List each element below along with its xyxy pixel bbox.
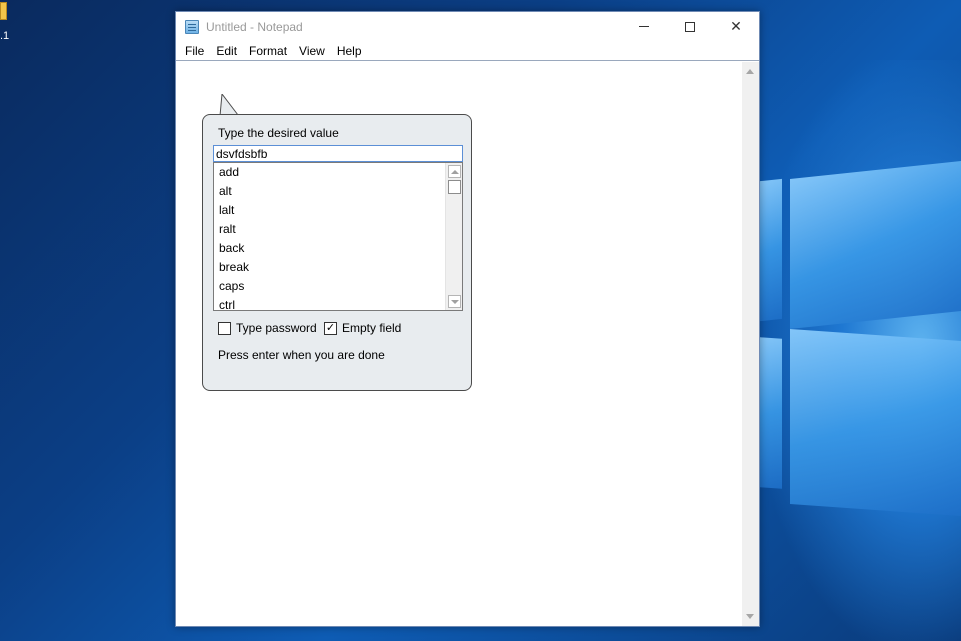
- logo-pane: [760, 337, 782, 489]
- notepad-icon: [185, 19, 199, 34]
- menu-bar: File Edit Format View Help: [176, 41, 759, 61]
- desktop-icon-label[interactable]: .1: [0, 30, 9, 42]
- logo-pane: [790, 161, 961, 329]
- menu-file[interactable]: File: [179, 44, 210, 58]
- minimize-button[interactable]: [621, 12, 667, 41]
- caption-buttons: ✕: [621, 12, 759, 41]
- maximize-button[interactable]: [667, 12, 713, 41]
- logo-pane: [760, 178, 782, 322]
- menu-view[interactable]: View: [293, 44, 331, 58]
- list-item-caps[interactable]: caps: [214, 277, 462, 296]
- title-bar[interactable]: Untitled - Notepad ✕: [176, 12, 759, 41]
- type-password-label: Type password: [236, 321, 317, 335]
- value-input-balloon: Type the desired value add alt lalt ralt…: [202, 114, 472, 391]
- empty-field-label: Empty field: [342, 321, 402, 335]
- list-item-alt[interactable]: alt: [214, 182, 462, 201]
- scroll-up-icon[interactable]: [746, 69, 754, 74]
- menu-edit[interactable]: Edit: [210, 44, 243, 58]
- type-password-checkbox[interactable]: [218, 321, 231, 335]
- list-item-lalt[interactable]: lalt: [214, 201, 462, 220]
- dialog-prompt: Type the desired value: [218, 126, 339, 140]
- scroll-down-icon: [451, 300, 459, 304]
- list-item-back[interactable]: back: [214, 239, 462, 258]
- close-icon: ✕: [730, 18, 742, 34]
- windows-logo-wallpaper: [760, 161, 961, 516]
- folder-icon[interactable]: [0, 2, 7, 20]
- list-scroll-up-button[interactable]: [448, 165, 461, 178]
- scroll-up-icon: [451, 170, 459, 174]
- list-item-ralt[interactable]: ralt: [214, 220, 462, 239]
- empty-field-option[interactable]: ✓ Empty field: [324, 321, 401, 335]
- list-scrollbar[interactable]: [445, 163, 462, 310]
- menu-help[interactable]: Help: [331, 44, 368, 58]
- window-title: Untitled - Notepad: [206, 19, 303, 34]
- logo-pane: [790, 329, 961, 516]
- suggestion-list[interactable]: add alt lalt ralt back break caps ctrl: [213, 162, 463, 311]
- list-item-ctrl[interactable]: ctrl: [214, 296, 462, 310]
- list-scroll-thumb[interactable]: [448, 180, 461, 194]
- editor-vertical-scrollbar[interactable]: [742, 62, 759, 626]
- value-input-field[interactable]: [213, 145, 463, 162]
- minimize-icon: [639, 26, 649, 27]
- dialog-hint: Press enter when you are done: [218, 348, 385, 362]
- menu-format[interactable]: Format: [243, 44, 293, 58]
- checkmark-icon: ✓: [325, 321, 336, 334]
- empty-field-checkbox[interactable]: ✓: [324, 321, 337, 335]
- list-scroll-down-button[interactable]: [448, 295, 461, 308]
- balloon-pointer: [219, 94, 239, 116]
- type-password-option[interactable]: Type password: [218, 321, 317, 335]
- scroll-down-icon[interactable]: [746, 614, 754, 619]
- maximize-icon: [685, 21, 695, 32]
- close-button[interactable]: ✕: [713, 12, 759, 41]
- list-item-add[interactable]: add: [214, 163, 462, 182]
- list-item-break[interactable]: break: [214, 258, 462, 277]
